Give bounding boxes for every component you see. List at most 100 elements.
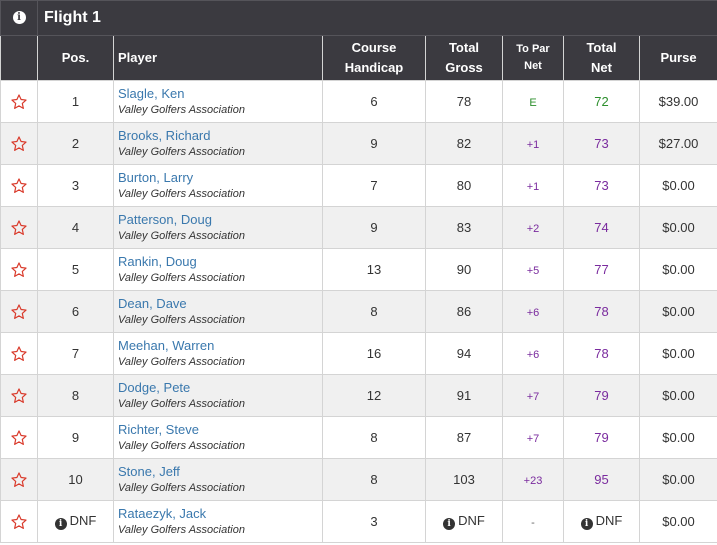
info-icon[interactable]: i (54, 518, 67, 530)
header-purse[interactable]: Purse (638, 35, 717, 81)
favorite-star-icon[interactable] (0, 248, 38, 291)
total-gross-cell: 103 (425, 458, 503, 501)
player-name-link[interactable]: Brooks, Richard (118, 127, 322, 144)
player-name-link[interactable]: Patterson, Doug (118, 211, 322, 228)
total-gross-cell: 87 (425, 416, 503, 459)
to-par-net-cell: +1 (502, 122, 564, 165)
favorite-star-icon[interactable] (0, 416, 38, 459)
table-row: 1 Slagle, Ken Valley Golfers Association 6 7… (0, 80, 717, 123)
total-net-cell: 73 (563, 122, 640, 165)
total-net-value: 78 (594, 346, 609, 361)
header-total-net-line1: Total (586, 40, 617, 55)
total-gross-value: 82 (456, 136, 472, 151)
leaderboard-body: 1 Slagle, Ken Valley Golfers Association 6 7… (0, 80, 717, 543)
course-handicap-cell: 6 (322, 80, 426, 123)
table-row: 2 Brooks, Richard Valley Golfers Associati… (0, 122, 717, 165)
total-gross-value: 87 (456, 430, 472, 445)
to-par-net-cell: +7 (502, 374, 564, 417)
favorite-star-icon[interactable] (0, 122, 38, 165)
favorite-star-icon[interactable] (0, 458, 38, 501)
to-par-net-value: +7 (526, 391, 540, 403)
total-net-value: 73 (594, 136, 609, 151)
total-gross-value: 91 (456, 388, 472, 403)
total-gross-cell: 82 (425, 122, 503, 165)
position-value: 9 (71, 430, 80, 445)
player-name-link[interactable]: Slagle, Ken (118, 85, 322, 102)
header-pos[interactable]: Pos. (37, 35, 114, 81)
to-par-net-value: +1 (526, 139, 540, 151)
position-value: 5 (71, 262, 80, 277)
player-cell: Dodge, Pete Valley Golfers Association (113, 374, 323, 417)
player-cell: Patterson, Doug Valley Golfers Associatio… (113, 206, 323, 249)
position-value: 3 (71, 178, 80, 193)
player-name-link[interactable]: Dodge, Pete (118, 379, 322, 396)
header-total-gross-line2: Gross (445, 60, 483, 75)
header-player[interactable]: Player (113, 35, 323, 81)
total-gross-value: 83 (456, 220, 472, 235)
header-total-gross[interactable]: Total Gross (425, 35, 503, 81)
to-par-net-value: +6 (526, 307, 540, 319)
player-association: Valley Golfers Association (118, 481, 245, 494)
flight-info-cell[interactable]: i (0, 0, 38, 36)
total-gross-cell: 94 (425, 332, 503, 375)
player-cell: Rataezyk, Jack Valley Golfers Association (113, 500, 323, 543)
position-cell: 7 (37, 332, 114, 375)
player-cell: Slagle, Ken Valley Golfers Association (113, 80, 323, 123)
position-cell: 1 (37, 80, 114, 123)
table-row: 4 Patterson, Doug Valley Golfers Associati… (0, 206, 717, 249)
player-name-link[interactable]: Rankin, Doug (118, 253, 322, 270)
course-handicap-cell: 7 (322, 164, 426, 207)
header-course-handicap[interactable]: Course Handicap (322, 35, 426, 81)
total-net-value: 95 (594, 472, 609, 487)
info-icon[interactable]: i (12, 11, 26, 25)
position-cell: 3 (37, 164, 114, 207)
favorite-star-icon[interactable] (0, 290, 38, 333)
table-row: 5 Rankin, Doug Valley Golfers Association 1… (0, 248, 717, 291)
position-cell: 2 (37, 122, 114, 165)
course-handicap-cell: 3 (322, 500, 426, 543)
purse-cell: $0.00 (638, 500, 717, 543)
purse-cell: $0.00 (638, 458, 717, 501)
purse-cell: $0.00 (638, 332, 717, 375)
purse-cell: $0.00 (638, 206, 717, 249)
total-net-cell: 72 (563, 80, 640, 123)
header-favorite (0, 35, 38, 81)
header-total-net[interactable]: Total Net (563, 35, 640, 81)
total-gross-value: 80 (456, 178, 472, 193)
favorite-star-icon[interactable] (0, 80, 38, 123)
player-name-link[interactable]: Dean, Dave (118, 295, 322, 312)
header-to-par-net[interactable]: To Par Net (502, 35, 564, 81)
to-par-net-cell: E (502, 80, 564, 123)
total-net-cell: 95 (563, 458, 640, 501)
total-net-value: 77 (594, 262, 609, 277)
favorite-star-icon[interactable] (0, 332, 38, 375)
info-icon[interactable]: i (580, 518, 593, 530)
player-association: Valley Golfers Association (118, 523, 245, 536)
flight-title-bar: i Flight 1 (0, 0, 717, 36)
total-net-cell: i DNF (563, 500, 640, 543)
player-association: Valley Golfers Association (118, 355, 245, 368)
total-net-value: 73 (594, 178, 609, 193)
player-name-link[interactable]: Stone, Jeff (118, 463, 322, 480)
favorite-star-icon[interactable] (0, 500, 38, 543)
total-gross-cell: 91 (425, 374, 503, 417)
favorite-star-icon[interactable] (0, 164, 38, 207)
player-association: Valley Golfers Association (118, 397, 245, 410)
total-net-cell: 79 (563, 416, 640, 459)
player-cell: Stone, Jeff Valley Golfers Association (113, 458, 323, 501)
player-association: Valley Golfers Association (118, 229, 245, 242)
player-association: Valley Golfers Association (118, 271, 245, 284)
player-name-link[interactable]: Burton, Larry (118, 169, 322, 186)
position-value: 6 (71, 304, 80, 319)
purse-cell: $0.00 (638, 248, 717, 291)
favorite-star-icon[interactable] (0, 374, 38, 417)
info-icon[interactable]: i (443, 518, 456, 530)
player-name-link[interactable]: Rataezyk, Jack (118, 505, 322, 522)
player-association: Valley Golfers Association (118, 103, 245, 116)
player-name-link[interactable]: Richter, Steve (118, 421, 322, 438)
favorite-star-icon[interactable] (0, 206, 38, 249)
purse-cell: $39.00 (638, 80, 717, 123)
player-name-link[interactable]: Meehan, Warren (118, 337, 322, 354)
position-value: DNF (69, 513, 97, 528)
table-row: 7 Meehan, Warren Valley Golfers Associatio… (0, 332, 717, 375)
